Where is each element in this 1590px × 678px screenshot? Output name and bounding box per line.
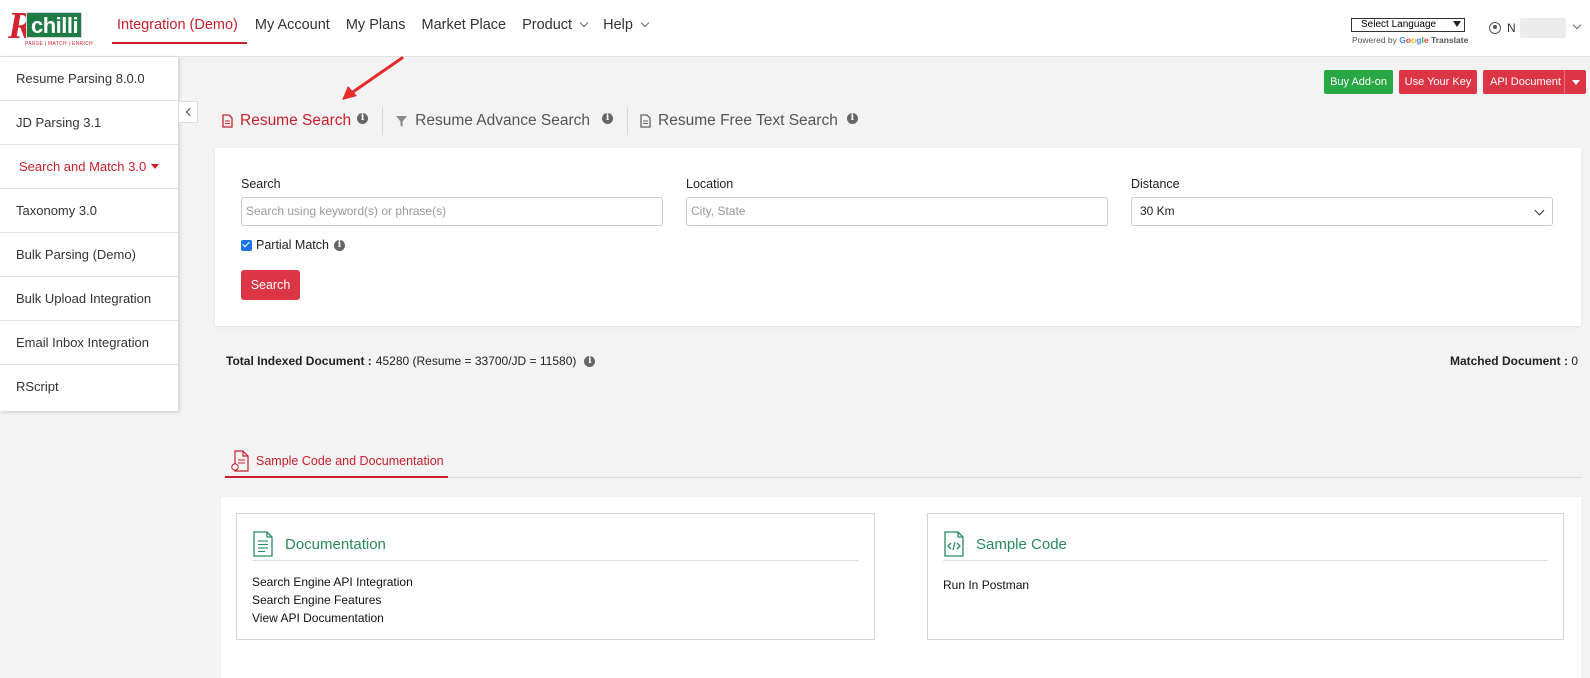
- nav-my-plans[interactable]: My Plans: [338, 0, 414, 44]
- api-document-button[interactable]: API Document: [1483, 70, 1586, 94]
- location-label: Location: [686, 177, 734, 191]
- search-label: Search: [241, 177, 281, 191]
- sidebar-item-rscript[interactable]: RScript: [0, 365, 178, 409]
- top-navbar: R chilli PARSE | MATCH | ENRICH Integrat…: [0, 0, 1590, 57]
- caret-down-icon: [151, 164, 160, 169]
- buy-addon-button[interactable]: Buy Add-on: [1324, 70, 1393, 94]
- sidebar-item-jd-parsing[interactable]: JD Parsing 3.1: [0, 101, 178, 145]
- info-icon[interactable]: i: [602, 112, 614, 124]
- info-icon[interactable]: i: [584, 355, 596, 367]
- chevron-down-icon: [579, 18, 589, 28]
- tab-sample-code-documentation[interactable]: Sample Code and Documentation: [225, 445, 448, 478]
- tab-divider: [627, 107, 629, 135]
- matched-documents: Matched Document : 0: [1449, 354, 1578, 368]
- tab-divider: [382, 107, 384, 135]
- link-search-engine-features[interactable]: Search Engine Features: [252, 591, 413, 609]
- search-tabs: Resume Search i Resume Advance Search i …: [222, 106, 858, 136]
- sample-code-panel: Documentation Search Engine API Integrat…: [221, 497, 1581, 678]
- sidebar-item-resume-parsing[interactable]: Resume Parsing 8.0.0: [0, 57, 178, 101]
- link-run-in-postman[interactable]: Run In Postman: [943, 576, 1029, 594]
- google-translate-credit: Powered by Google Translate: [1352, 35, 1469, 45]
- info-icon[interactable]: i: [846, 112, 858, 124]
- annotation-arrow-icon: [342, 56, 404, 100]
- sample-code-header: Sample Code: [943, 528, 1548, 561]
- dropdown-arrow-icon: [1453, 21, 1461, 27]
- search-input[interactable]: Search using keyword(s) or phrase(s): [241, 197, 663, 226]
- user-menu[interactable]: N: [1489, 18, 1581, 38]
- nav-market-place[interactable]: Market Place: [413, 0, 514, 44]
- code-document-icon: [231, 449, 249, 472]
- location-input[interactable]: City, State: [686, 197, 1108, 226]
- redacted-username: [1519, 18, 1566, 38]
- info-icon[interactable]: i: [357, 112, 369, 124]
- distance-select[interactable]: 30 Km: [1131, 197, 1553, 226]
- nav-help[interactable]: Help: [595, 0, 656, 44]
- nav-product[interactable]: Product: [514, 0, 595, 44]
- documentation-links: Search Engine API Integration Search Eng…: [252, 573, 413, 627]
- main-nav: Integration (Demo) My Account My Plans M…: [112, 0, 656, 44]
- sidebar: Resume Parsing 8.0.0 JD Parsing 3.1 Sear…: [0, 57, 178, 411]
- link-view-api-documentation[interactable]: View API Documentation: [252, 609, 413, 627]
- documentation-header: Documentation: [252, 528, 859, 561]
- sample-code-box: Sample Code Run In Postman: [927, 513, 1564, 640]
- tab-underline-divider: [448, 477, 1582, 478]
- sidebar-item-email-inbox[interactable]: Email Inbox Integration: [0, 321, 178, 365]
- sidebar-item-bulk-parsing[interactable]: Bulk Parsing (Demo): [0, 233, 178, 277]
- documentation-icon: [253, 531, 273, 557]
- sidebar-item-taxonomy[interactable]: Taxonomy 3.0: [0, 189, 178, 233]
- sample-code-links: Run In Postman: [943, 576, 1029, 594]
- rchilli-logo[interactable]: R chilli PARSE | MATCH | ENRICH: [8, 5, 93, 50]
- sidebar-item-bulk-upload[interactable]: Bulk Upload Integration: [0, 277, 178, 321]
- partial-match-checkbox[interactable]: [241, 239, 252, 251]
- collapse-sidebar-button[interactable]: [178, 101, 198, 123]
- document-icon: [222, 114, 233, 128]
- total-indexed-documents: Total Indexed Document : 45280 (Resume =…: [226, 354, 596, 368]
- tab-resume-search[interactable]: Resume Search i: [222, 106, 369, 136]
- documentation-box: Documentation Search Engine API Integrat…: [236, 513, 875, 640]
- code-file-icon: [944, 531, 964, 557]
- tab-resume-advance-search[interactable]: Resume Advance Search i: [395, 106, 614, 136]
- user-circle-icon: [1489, 22, 1501, 34]
- search-button[interactable]: Search: [241, 270, 300, 300]
- use-your-key-button[interactable]: Use Your Key: [1399, 70, 1477, 94]
- distance-label: Distance: [1131, 177, 1180, 191]
- language-select[interactable]: Select Language: [1351, 18, 1465, 32]
- info-icon[interactable]: i: [333, 239, 345, 251]
- chevron-down-icon: [1534, 205, 1545, 216]
- partial-match-option: Partial Match i: [241, 238, 345, 252]
- filter-icon: [396, 115, 408, 127]
- document-icon: [640, 114, 651, 128]
- tab-resume-free-text-search[interactable]: Resume Free Text Search i: [640, 106, 858, 136]
- nav-integration-demo[interactable]: Integration (Demo): [112, 0, 247, 44]
- sidebar-item-search-and-match[interactable]: Search and Match 3.0: [0, 145, 178, 189]
- nav-my-account[interactable]: My Account: [247, 0, 338, 44]
- chevron-down-icon: [1572, 20, 1581, 30]
- search-form-card: Search Search using keyword(s) or phrase…: [215, 148, 1581, 326]
- link-search-engine-api-integration[interactable]: Search Engine API Integration: [252, 573, 413, 591]
- chevron-down-icon: [640, 18, 650, 28]
- api-document-dropdown-toggle[interactable]: [1564, 70, 1586, 94]
